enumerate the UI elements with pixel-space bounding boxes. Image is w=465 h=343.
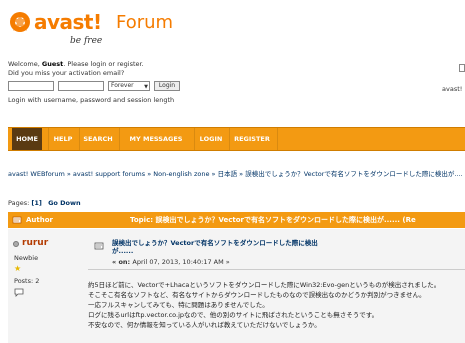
- post-title-line: 誤検出でしょうか？Vectorで有名ソフトをダウンロードした際に検出: [112, 239, 318, 247]
- breadcrumb-path[interactable]: avast! WEBforum » avast! support forums …: [8, 170, 463, 178]
- chevron-down-icon: ▼: [144, 84, 148, 90]
- search-input[interactable]: [459, 64, 465, 72]
- post-title-line: が......: [112, 247, 134, 255]
- post-body-line: 一応フルスキャンしてみても、特に問題はありませんでした。: [88, 301, 269, 309]
- session-length-select[interactable]: Forever ▼: [108, 81, 150, 91]
- topic-icon: [12, 216, 22, 224]
- guest-label: Guest: [41, 60, 64, 68]
- login-welcome: Welcome, Guest. Please login or register…: [8, 60, 144, 78]
- offline-status-icon: [13, 241, 19, 247]
- post-body-line: ログに残るurlはftp.vector.co.jpなので、他の別のサイトに飛ばさ…: [88, 311, 379, 319]
- go-down-link[interactable]: Go Down: [48, 199, 81, 207]
- welcome-suffix[interactable]: . Please login or register.: [63, 60, 143, 68]
- post-icon: [94, 242, 104, 250]
- pagination: Pages: [1] Go Down: [8, 199, 81, 207]
- topic-title: Topic: 誤検出でしょうか？Vectorで有名ソフトをダウンロードした際に検…: [130, 216, 416, 224]
- personal-message-icon[interactable]: [14, 287, 24, 297]
- nav-login[interactable]: LOGIN: [195, 128, 227, 150]
- current-page: [1]: [31, 199, 42, 207]
- post-username[interactable]: rurur: [22, 238, 48, 248]
- activation-link[interactable]: Did you miss your activation email?: [8, 69, 144, 78]
- nav-search[interactable]: SEARCH: [80, 128, 116, 150]
- main-nav: HOME HELP SEARCH MY MESSAGES LOGIN REGIS…: [8, 127, 465, 151]
- nav-register[interactable]: REGISTER: [230, 128, 274, 150]
- post-title[interactable]: 誤検出でしょうか？Vectorで有名ソフトをダウンロードした際に検出 が....…: [112, 239, 362, 255]
- author-column-label: Author: [26, 216, 53, 224]
- brand-section: Forum: [116, 12, 174, 33]
- nav-help[interactable]: HELP: [49, 128, 77, 150]
- post-date-value: April 07, 2013, 10:40:17 AM »: [132, 258, 230, 266]
- post-body-line: そこそこ有名なソフトなど、有名なサイトからダウンロードしたものなので誤検出なのか…: [88, 291, 426, 299]
- session-length-value: Forever: [111, 82, 134, 89]
- post-body-line: 不安なので、何か情報を知っている人がいれば教えていただけないでしょうか。: [88, 321, 321, 329]
- post-divider: [88, 269, 465, 270]
- nav-divider: [277, 128, 278, 150]
- user-post-count: Posts: 2: [14, 277, 40, 285]
- brand-name[interactable]: avast!: [34, 10, 102, 34]
- login-button[interactable]: Login: [154, 81, 180, 91]
- post-content: 誤検出でしょうか？Vectorで有名ソフトをダウンロードした際に検出 が....…: [88, 229, 465, 343]
- right-fragment-text: avast! Fo: [442, 85, 465, 93]
- user-rank: Newbie: [14, 254, 39, 262]
- pages-label: Pages:: [8, 199, 32, 207]
- welcome-prefix: Welcome,: [8, 60, 42, 68]
- forum-post: rurur Newbie ★ Posts: 2 誤検出でしょうか？Vectorで…: [8, 229, 465, 343]
- topic-header: Author Topic: 誤検出でしょうか？Vectorで有名ソフトをダウンロ…: [8, 212, 465, 228]
- breadcrumb: avast! WEBforum » avast! support forums …: [8, 168, 463, 178]
- nav-home[interactable]: HOME: [12, 128, 42, 150]
- avast-logo-icon: [10, 12, 30, 32]
- post-date: « on: April 07, 2013, 10:40:17 AM »: [112, 258, 230, 266]
- nav-my-messages[interactable]: MY MESSAGES: [120, 128, 192, 150]
- site-header: avast! Forum be free: [0, 0, 465, 62]
- login-note: Login with username, password and sessio…: [8, 96, 175, 104]
- rank-star-icon: ★: [14, 264, 22, 273]
- post-body-line: 約5日ほど前に、Vectorで+Lhacaというソフトをダウンロードした際にWi…: [88, 281, 441, 289]
- username-input[interactable]: [8, 81, 54, 91]
- post-date-prefix: « on:: [112, 258, 133, 266]
- password-input[interactable]: [58, 81, 104, 91]
- post-author-panel: rurur Newbie ★ Posts: 2: [8, 229, 78, 343]
- brand-tagline: be free: [70, 36, 103, 46]
